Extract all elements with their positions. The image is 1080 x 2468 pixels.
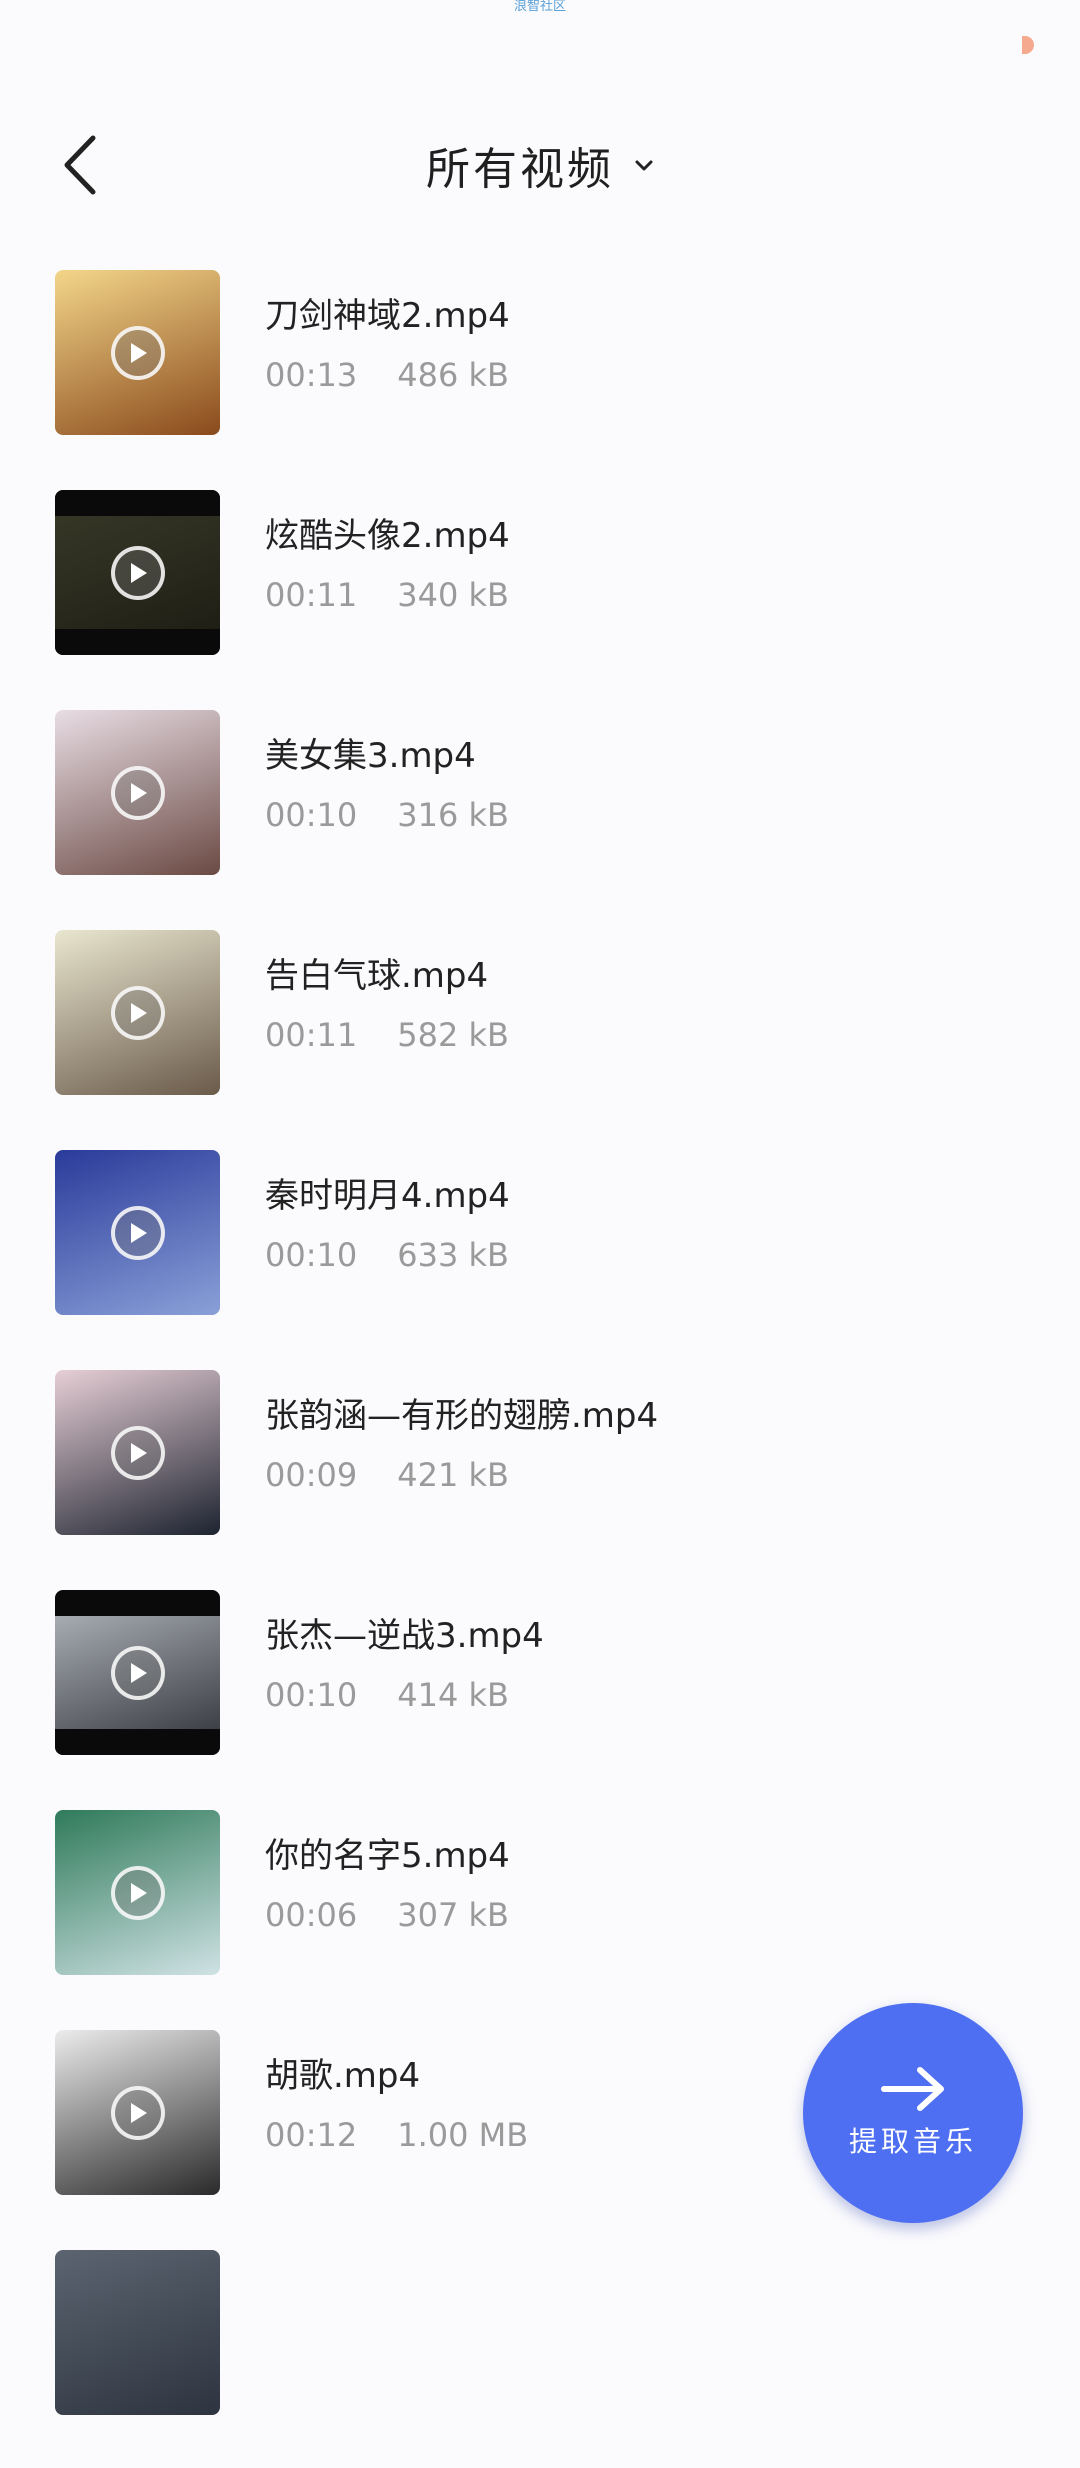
- arrow-right-icon: [881, 2067, 944, 2111]
- extract-music-button[interactable]: 提取音乐: [803, 2003, 1023, 2223]
- title-dropdown[interactable]: 所有视频: [0, 120, 1080, 210]
- video-size: 307 kB: [397, 1896, 509, 1934]
- video-duration: 00:06: [265, 1896, 358, 1934]
- play-icon: [110, 2085, 165, 2140]
- video-duration: 00:10: [265, 1236, 358, 1274]
- extract-music-label: 提取音乐: [848, 2125, 977, 2158]
- video-list-item[interactable]: 刀剑神域2.mp4 00:13 486 kB: [0, 268, 1080, 488]
- video-title: 张韵涵—有形的翅膀.mp4: [265, 1396, 659, 1436]
- video-meta: 00:09 421 kB: [265, 1456, 509, 1494]
- video-meta: 00:13 486 kB: [265, 356, 509, 394]
- video-duration: 00:12: [265, 2116, 358, 2154]
- video-thumbnail[interactable]: [55, 710, 220, 875]
- play-icon: [110, 1645, 165, 1700]
- video-list-item[interactable]: 秦时明月4.mp4 00:10 633 kB: [0, 1148, 1080, 1368]
- video-meta: 00:11 340 kB: [265, 576, 509, 614]
- play-icon: [110, 1425, 165, 1480]
- video-duration: 00:10: [265, 796, 358, 834]
- video-title: 胡歌.mp4: [265, 2056, 421, 2096]
- video-thumbnail[interactable]: [55, 1810, 220, 1975]
- letterbox-bar: [55, 1728, 220, 1755]
- video-meta: [265, 2336, 305, 2374]
- video-title: 秦时明月4.mp4: [265, 1176, 510, 1216]
- play-icon: [110, 545, 165, 600]
- play-icon: [110, 325, 165, 380]
- video-list-item[interactable]: [0, 2248, 1080, 2468]
- letterbox-bar: [55, 490, 220, 517]
- video-meta: 00:12 1.00 MB: [265, 2116, 528, 2154]
- video-thumbnail[interactable]: [55, 2250, 220, 2415]
- header: 所有视频: [0, 120, 1080, 210]
- video-meta: 00:10 633 kB: [265, 1236, 509, 1274]
- video-duration: 00:10: [265, 1676, 358, 1714]
- video-duration: 00:09: [265, 1456, 358, 1494]
- video-duration: 00:13: [265, 356, 358, 394]
- video-meta: 00:10 414 kB: [265, 1676, 509, 1714]
- video-thumbnail[interactable]: [55, 2030, 220, 2195]
- video-duration: 00:11: [265, 1016, 358, 1054]
- video-thumbnail[interactable]: [55, 490, 220, 655]
- video-list-item[interactable]: 告白气球.mp4 00:11 582 kB: [0, 928, 1080, 1148]
- video-size: 633 kB: [397, 1236, 509, 1274]
- video-size: 414 kB: [397, 1676, 509, 1714]
- video-size: 316 kB: [397, 796, 509, 834]
- play-icon: [110, 1205, 165, 1260]
- video-list-item[interactable]: 张韵涵—有形的翅膀.mp4 00:09 421 kB: [0, 1368, 1080, 1588]
- status-watermark: 浪智社区: [513, 0, 566, 14]
- video-size: 421 kB: [397, 1456, 509, 1494]
- video-duration: 00:11: [265, 576, 358, 614]
- video-list-item[interactable]: 炫酷头像2.mp4 00:11 340 kB: [0, 488, 1080, 708]
- video-list-item[interactable]: 你的名字5.mp4 00:06 307 kB: [0, 1808, 1080, 2028]
- video-thumbnail[interactable]: [55, 1590, 220, 1755]
- video-title: 刀剑神域2.mp4: [265, 296, 510, 336]
- video-list-item[interactable]: 张杰—逆战3.mp4 00:10 414 kB: [0, 1588, 1080, 1808]
- video-thumbnail[interactable]: [55, 270, 220, 435]
- video-title: 美女集3.mp4: [265, 736, 476, 776]
- video-meta: 00:10 316 kB: [265, 796, 509, 834]
- video-size: 582 kB: [397, 1016, 509, 1054]
- chevron-down-icon: [635, 160, 653, 171]
- letterbox-bar: [55, 1590, 220, 1617]
- video-thumbnail[interactable]: [55, 1150, 220, 1315]
- video-list-item[interactable]: 美女集3.mp4 00:10 316 kB: [0, 708, 1080, 928]
- status-indicator-dot: [1022, 36, 1034, 54]
- video-thumbnail[interactable]: [55, 1370, 220, 1535]
- video-size: 340 kB: [397, 576, 509, 614]
- page-title: 所有视频: [426, 144, 614, 195]
- video-meta: 00:11 582 kB: [265, 1016, 509, 1054]
- play-icon: [110, 985, 165, 1040]
- video-title: 炫酷头像2.mp4: [265, 516, 510, 556]
- chevron-left-icon: [64, 135, 96, 195]
- video-thumbnail[interactable]: [55, 930, 220, 1095]
- video-title: 张杰—逆战3.mp4: [265, 1616, 544, 1656]
- video-size: 1.00 MB: [397, 2116, 529, 2154]
- play-icon: [110, 1865, 165, 1920]
- letterbox-bar: [55, 628, 220, 655]
- video-title: 告白气球.mp4: [265, 956, 489, 996]
- video-size: 486 kB: [397, 356, 509, 394]
- video-meta: 00:06 307 kB: [265, 1896, 509, 1934]
- back-button[interactable]: [46, 130, 116, 200]
- play-icon: [110, 765, 165, 820]
- video-title: 你的名字5.mp4: [265, 1836, 510, 1876]
